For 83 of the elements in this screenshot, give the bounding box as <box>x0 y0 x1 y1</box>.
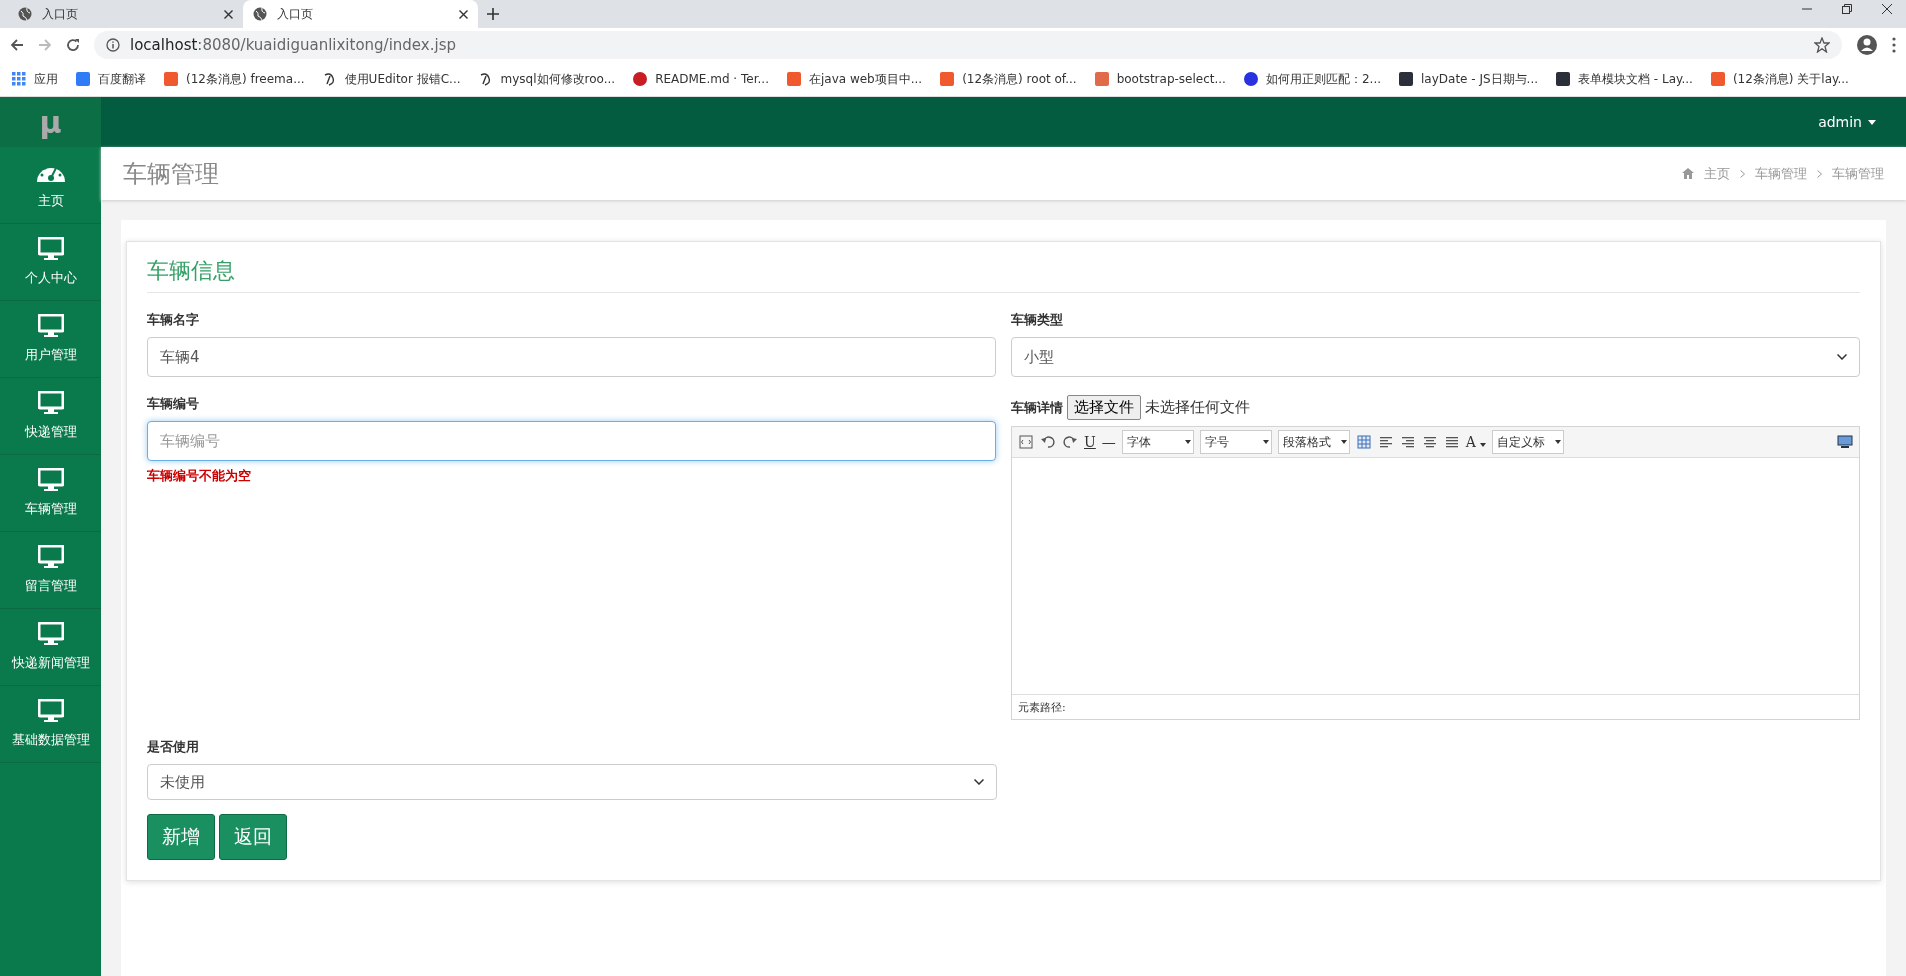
home-icon <box>1682 168 1694 179</box>
bookmark[interactable]: (12条消息) freema... <box>164 70 305 88</box>
caret-icon <box>1868 119 1876 125</box>
chevron-icon <box>1740 169 1745 178</box>
bookmark[interactable]: 如何用正则匹配：2... <box>1243 70 1381 88</box>
back-icon[interactable] <box>10 38 24 52</box>
toolbar-dropdown[interactable]: 字体 <box>1121 430 1194 454</box>
caret-icon <box>1480 443 1487 447</box>
monitor-icon <box>37 468 64 492</box>
toolbar-button[interactable]: — <box>1101 434 1116 450</box>
close-tab-icon[interactable] <box>224 9 233 19</box>
toolbar-button[interactable]: U <box>1084 434 1096 450</box>
globe-icon <box>18 7 32 21</box>
reload-icon[interactable] <box>66 38 80 52</box>
bookmark[interactable]: README.md · Ter... <box>633 72 769 86</box>
element-path: 元素路径: <box>1012 694 1859 719</box>
browser-tab[interactable]: 入口页 <box>243 0 478 28</box>
table-icon[interactable] <box>1355 434 1372 450</box>
bookmark[interactable]: 在java web项目中... <box>786 70 923 88</box>
star-icon[interactable] <box>1814 37 1830 53</box>
font-color-button[interactable]: A <box>1465 434 1487 450</box>
form-title: 车辆信息 <box>147 256 1860 293</box>
restore-icon[interactable] <box>1842 4 1852 14</box>
name-input[interactable]: 车辆4 <box>147 337 996 377</box>
monitor-icon <box>37 391 64 415</box>
browser-tab[interactable]: 入口页 <box>8 0 243 28</box>
justify-icon[interactable] <box>1443 434 1460 450</box>
align-right-icon[interactable] <box>1399 434 1416 450</box>
toolbar-dropdown[interactable]: 自定义标 <box>1492 430 1565 454</box>
toolbar-dropdown[interactable]: 字号 <box>1199 430 1272 454</box>
page-title: 车辆管理 <box>123 158 219 190</box>
bookmark[interactable]: 表单模块文档 - Lay... <box>1556 70 1693 88</box>
bookmark[interactable]: bootstrap-select... <box>1094 72 1226 86</box>
caret-icon <box>1555 440 1562 444</box>
new-tab-icon[interactable] <box>486 7 500 21</box>
bookmark[interactable]: 百度翻译 <box>76 70 146 88</box>
chevron-icon <box>1817 169 1822 178</box>
globe-icon <box>253 7 267 21</box>
bookmark[interactable]: (12条消息) 关于lay... <box>1710 70 1849 88</box>
monitor-icon <box>37 699 64 723</box>
close-icon[interactable] <box>1882 4 1892 14</box>
bookmark[interactable]: mysql如何修改roo... <box>478 70 616 88</box>
field-label: 车辆类型 <box>1011 311 1064 329</box>
address-bar[interactable]: localhost:8080/kuaidiguanlixitong/index.jsp <box>94 31 1842 59</box>
field-label: 是否使用 <box>147 738 200 756</box>
undo-icon[interactable] <box>1040 434 1056 450</box>
chevron-down-icon <box>1837 354 1847 360</box>
field-label: 车辆编号 <box>147 395 200 413</box>
file-status: 未选择任何文件 <box>1145 398 1250 417</box>
error-message: 车辆编号不能为空 <box>147 467 252 485</box>
preview-icon[interactable] <box>1837 435 1853 449</box>
bookmark[interactable]: 应用 <box>12 70 58 88</box>
type-select[interactable]: 小型 <box>1011 337 1860 377</box>
number-input[interactable]: 车辆编号 <box>147 421 996 461</box>
field-label: 车辆详情 <box>1011 398 1063 417</box>
profile-icon[interactable] <box>1856 34 1878 56</box>
app-logo: μ <box>0 97 101 147</box>
user-menu[interactable]: admin <box>1818 114 1862 130</box>
chevron-down-icon <box>973 779 984 785</box>
source-icon[interactable] <box>1018 434 1034 450</box>
bookmark[interactable]: 使用UEditor 报错C... <box>322 70 461 88</box>
monitor-icon <box>37 622 64 646</box>
monitor-icon <box>37 237 64 261</box>
bookmark[interactable]: (12条消息) root of... <box>940 70 1077 88</box>
form-button[interactable]: 新增 <box>147 814 215 860</box>
form-button[interactable]: 返回 <box>219 814 287 860</box>
field-label: 车辆名字 <box>147 311 200 329</box>
breadcrumb-item: 车辆管理 <box>1832 164 1884 183</box>
info-icon <box>106 38 120 52</box>
align-center-icon[interactable] <box>1421 434 1438 450</box>
choose-file-button[interactable]: 选择文件 <box>1067 395 1141 420</box>
toolbar-dropdown[interactable]: 段落格式 <box>1277 430 1350 454</box>
caret-icon <box>1340 440 1347 444</box>
caret-icon <box>1184 440 1191 444</box>
monitor-icon <box>37 545 64 569</box>
bookmark[interactable]: layDate - JS日期与... <box>1399 70 1539 88</box>
redo-icon[interactable] <box>1062 434 1078 450</box>
close-tab-icon[interactable] <box>459 9 468 19</box>
menu-icon[interactable] <box>1892 37 1896 53</box>
usage-select[interactable]: 未使用 <box>147 764 997 800</box>
monitor-icon <box>37 314 64 338</box>
align-left-icon[interactable] <box>1377 434 1394 450</box>
caret-icon <box>1262 440 1269 444</box>
